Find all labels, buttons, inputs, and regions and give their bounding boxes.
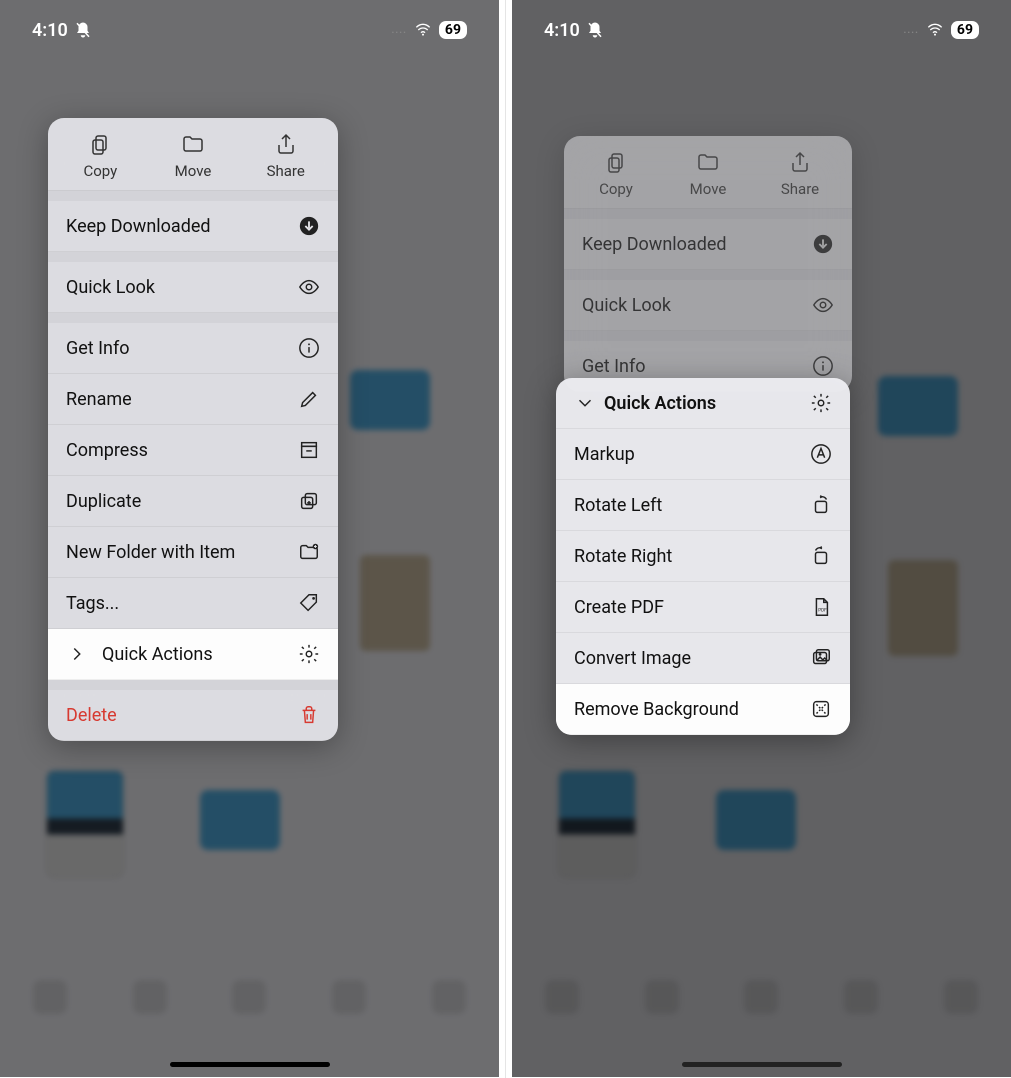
folder-icon	[181, 132, 205, 156]
submenu-create-pdf[interactable]: Create PDF PDF	[556, 582, 850, 633]
home-indicator[interactable]	[170, 1062, 330, 1067]
menu-quick-actions[interactable]: Quick Actions	[48, 629, 338, 680]
quick-actions-submenu: Quick Actions Markup Rotate Left Rotate …	[556, 378, 850, 735]
move-button[interactable]: Move	[147, 132, 240, 180]
download-circle-icon	[812, 233, 834, 255]
submenu-rotate-right[interactable]: Rotate Right	[556, 531, 850, 582]
trash-icon	[298, 704, 320, 726]
duplicate-icon	[298, 490, 320, 512]
copy-button[interactable]: Copy	[54, 132, 147, 180]
battery-badge: 69	[439, 21, 467, 39]
screenshot-right: 4:10 .... 69 Copy Move Share K	[512, 0, 1011, 1077]
screenshot-separator	[505, 0, 506, 1078]
menu-delete[interactable]: Delete	[48, 690, 338, 741]
rotate-right-icon	[810, 545, 832, 567]
home-indicator[interactable]	[682, 1062, 842, 1067]
submenu-markup[interactable]: Markup	[556, 429, 850, 480]
status-bar: 4:10 .... 69	[512, 0, 1011, 60]
share-button[interactable]: Share	[754, 150, 846, 198]
eye-icon	[812, 294, 834, 316]
info-icon	[812, 355, 834, 377]
menu-keep-downloaded[interactable]: Keep Downloaded	[48, 201, 338, 252]
chevron-down-icon	[574, 392, 596, 414]
battery-badge: 69	[951, 21, 979, 39]
silent-bell-icon	[74, 21, 92, 39]
gear-icon	[810, 392, 832, 414]
menu-quick-look[interactable]: Quick Look	[564, 280, 852, 331]
menu-duplicate[interactable]: Duplicate	[48, 476, 338, 527]
submenu-header[interactable]: Quick Actions	[556, 378, 850, 429]
status-bar: 4:10 .... 69	[0, 0, 499, 60]
copy-icon	[604, 150, 628, 174]
screenshot-left: 4:10 .... 69 Copy Move Share Ke	[0, 0, 499, 1077]
menu-get-info[interactable]: Get Info	[48, 323, 338, 374]
submenu-rotate-left[interactable]: Rotate Left	[556, 480, 850, 531]
submenu-remove-background[interactable]: Remove Background	[556, 684, 850, 735]
folder-icon	[696, 150, 720, 174]
silent-bell-icon	[586, 21, 604, 39]
menu-keep-downloaded[interactable]: Keep Downloaded	[564, 219, 852, 270]
more-dots-icon: ....	[904, 25, 919, 36]
menu-new-folder-with-item[interactable]: New Folder with Item	[48, 527, 338, 578]
remove-background-icon	[810, 698, 832, 720]
wifi-icon	[413, 22, 433, 38]
menu-compress[interactable]: Compress	[48, 425, 338, 476]
tag-icon	[298, 592, 320, 614]
move-button[interactable]: Move	[662, 150, 754, 198]
chevron-right-icon	[66, 643, 88, 665]
pdf-icon: PDF	[810, 596, 832, 618]
menu-rename[interactable]: Rename	[48, 374, 338, 425]
status-time: 4:10	[544, 20, 580, 41]
pencil-icon	[298, 388, 320, 410]
menu-tags[interactable]: Tags...	[48, 578, 338, 629]
share-button[interactable]: Share	[239, 132, 332, 180]
submenu-convert-image[interactable]: Convert Image	[556, 633, 850, 684]
info-icon	[298, 337, 320, 359]
photo-stack-icon	[810, 647, 832, 669]
eye-icon	[298, 276, 320, 298]
rotate-left-icon	[810, 494, 832, 516]
download-circle-icon	[298, 215, 320, 237]
markup-icon	[810, 443, 832, 465]
gear-icon	[298, 643, 320, 665]
menu-quick-look[interactable]: Quick Look	[48, 262, 338, 313]
new-folder-icon	[298, 541, 320, 563]
context-menu-dimmed: Copy Move Share Keep Downloaded Quick Lo…	[564, 136, 852, 392]
context-menu: Copy Move Share Keep Downloaded Quick Lo…	[48, 118, 338, 741]
status-time: 4:10	[32, 20, 68, 41]
share-icon	[788, 150, 812, 174]
svg-text:PDF: PDF	[818, 608, 827, 614]
context-menu-top-row: Copy Move Share	[48, 118, 338, 191]
copy-icon	[88, 132, 112, 156]
more-dots-icon: ....	[392, 25, 407, 36]
archive-icon	[298, 439, 320, 461]
share-icon	[274, 132, 298, 156]
copy-button[interactable]: Copy	[570, 150, 662, 198]
wifi-icon	[925, 22, 945, 38]
